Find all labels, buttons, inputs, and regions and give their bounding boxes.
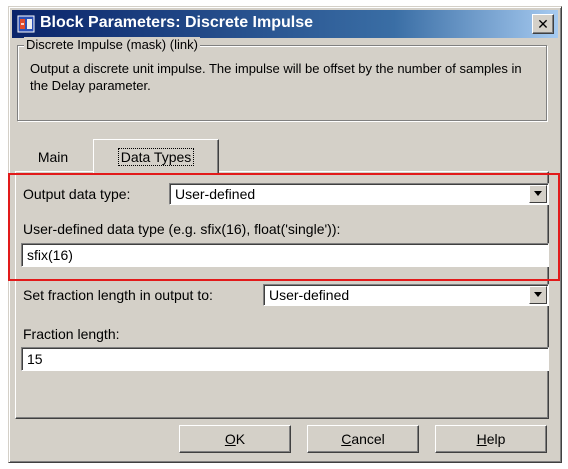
tab-main-label: Main: [37, 149, 69, 165]
close-button[interactable]: ✕: [532, 14, 554, 34]
cancel-label-rest: ancel: [351, 431, 385, 447]
group-legend: Discrete Impulse (mask) (link): [24, 37, 200, 52]
tab-main[interactable]: Main: [23, 143, 83, 171]
fraction-mode-label: Set fraction length in output to:: [23, 287, 213, 303]
tab-data-types[interactable]: Data Types: [93, 139, 219, 173]
fraction-length-label: Fraction length:: [23, 326, 120, 342]
cancel-button[interactable]: Cancel: [307, 425, 419, 453]
ok-label-rest: K: [235, 431, 246, 447]
help-label-rest: elp: [486, 431, 506, 447]
fraction-length-field[interactable]: 15: [21, 347, 549, 371]
ok-mnemonic: O: [224, 431, 236, 447]
close-icon: ✕: [537, 16, 549, 32]
cancel-mnemonic: C: [341, 431, 352, 447]
fraction-mode-value: User-defined: [269, 287, 350, 303]
help-mnemonic: H: [476, 431, 487, 447]
help-button[interactable]: Help: [435, 425, 547, 453]
title-bar[interactable]: Block Parameters: Discrete Impulse ✕: [12, 10, 558, 38]
ok-button[interactable]: OK: [179, 425, 291, 453]
highlight-box: [8, 173, 560, 281]
window-title: Block Parameters: Discrete Impulse: [40, 14, 314, 31]
fraction-length-value: 15: [27, 351, 43, 367]
simulink-block-icon: [17, 15, 35, 33]
tab-data-types-label: Data Types: [117, 147, 195, 166]
dropdown-arrow-icon[interactable]: [529, 286, 547, 304]
fraction-mode-select[interactable]: User-defined: [263, 284, 549, 306]
mask-description-group: Discrete Impulse (mask) (link) Output a …: [17, 37, 547, 121]
block-description: Output a discrete unit impulse. The impu…: [30, 61, 522, 93]
